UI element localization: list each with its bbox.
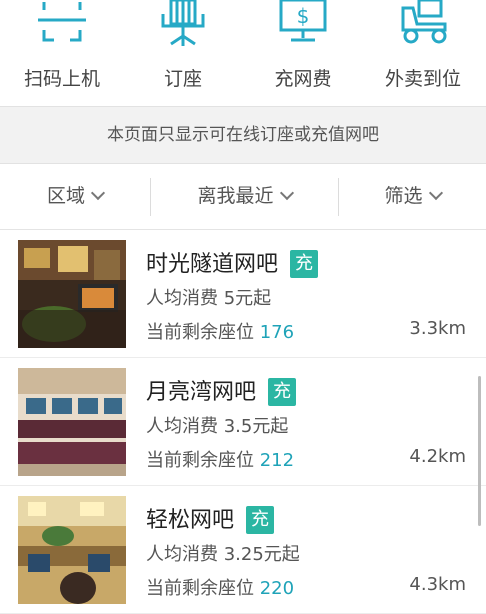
scan-icon — [38, 2, 86, 42]
cafe-distance: 3.3km — [409, 318, 466, 339]
cafe-photo — [18, 496, 126, 604]
seat-count: 220 — [259, 578, 295, 599]
top-up-badge: 充 — [246, 506, 275, 534]
top-up-badge: 充 — [290, 250, 319, 278]
filter-area[interactable]: 区域 — [0, 164, 150, 230]
cafe-name: 轻松网吧充 — [146, 502, 275, 534]
chevron-down-icon — [279, 185, 294, 201]
top-up-badge: 充 — [268, 378, 297, 406]
quick-actions-bar: 扫码上机 订座 $ 充网费 外卖到位 — [0, 0, 486, 106]
cafe-list: 时光隧道网吧充 人均消费 5元起 当前剩余座位 176 3.3km 月亮湾网吧充… — [0, 230, 486, 614]
cafe-name: 时光隧道网吧充 — [146, 246, 319, 278]
svg-text:$: $ — [297, 4, 310, 28]
cafe-seats: 当前剩余座位 212 — [146, 450, 295, 471]
cafe-price: 人均消费 5元起 — [146, 288, 272, 309]
chevron-down-icon — [428, 185, 443, 201]
delivery-cart-icon — [401, 0, 447, 44]
filter-area-label: 区域 — [46, 185, 85, 207]
monitor-dollar-icon: $ — [279, 0, 327, 42]
cafe-name: 月亮湾网吧充 — [146, 374, 297, 406]
cafe-distance: 4.3km — [409, 574, 466, 595]
top-up-label: 充网费 — [274, 68, 332, 90]
seat-count: 176 — [259, 322, 295, 343]
online-only-notice: 本页面只显示可在线订座或充值网吧 — [0, 106, 486, 164]
filter-more[interactable]: 筛选 — [339, 164, 486, 230]
top-up-action[interactable]: $ 充网费 — [248, 0, 358, 106]
cafe-item[interactable]: 轻松网吧充 人均消费 3.25元起 当前剩余座位 220 4.3km — [0, 486, 486, 614]
filter-nearest[interactable]: 离我最近 — [151, 164, 338, 230]
chevron-down-icon — [90, 185, 106, 201]
book-seat-label: 订座 — [163, 68, 202, 90]
chair-icon — [161, 0, 205, 46]
cafe-seats: 当前剩余座位 220 — [146, 578, 295, 599]
cafe-photo — [18, 240, 126, 348]
cafe-item[interactable]: 月亮湾网吧充 人均消费 3.5元起 当前剩余座位 212 4.2km — [0, 358, 486, 486]
cafe-distance: 4.2km — [409, 446, 466, 467]
food-delivery-action[interactable]: 外卖到位 — [368, 0, 478, 106]
cafe-price: 人均消费 3.5元起 — [146, 416, 289, 437]
cafe-seats: 当前剩余座位 176 — [146, 322, 295, 343]
filter-bar: 区域 离我最近 筛选 — [0, 164, 486, 230]
filter-more-label: 筛选 — [384, 185, 423, 207]
seat-count: 212 — [259, 450, 295, 471]
book-seat-action[interactable]: 订座 — [128, 0, 238, 106]
cafe-item[interactable]: 时光隧道网吧充 人均消费 5元起 当前剩余座位 176 3.3km — [0, 230, 486, 358]
scan-login-label: 扫码上机 — [23, 68, 100, 90]
scan-login-action[interactable]: 扫码上机 — [7, 0, 117, 106]
food-delivery-label: 外卖到位 — [384, 68, 461, 90]
cafe-price: 人均消费 3.25元起 — [146, 544, 300, 565]
cafe-photo — [18, 368, 126, 476]
scrollbar[interactable] — [478, 376, 481, 526]
filter-nearest-label: 离我最近 — [197, 185, 274, 207]
